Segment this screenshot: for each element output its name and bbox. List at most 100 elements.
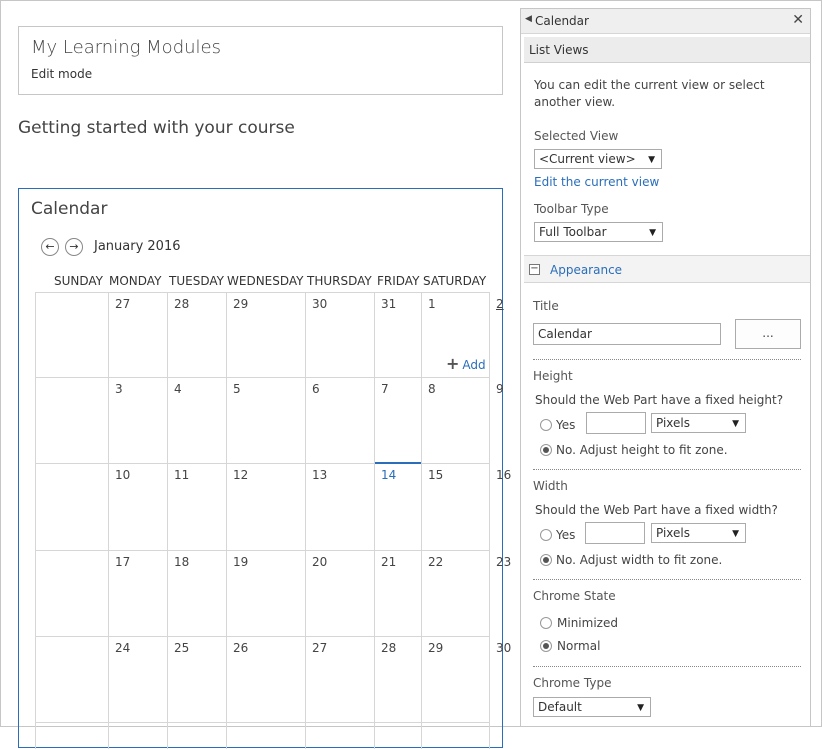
- calendar-day[interactable]: 30: [496, 641, 511, 655]
- collapse-section-icon[interactable]: −: [529, 264, 540, 275]
- divider: [533, 469, 801, 470]
- dropdown-caret-icon: ▼: [732, 529, 739, 539]
- calendar-day[interactable]: 16: [496, 468, 511, 482]
- appearance-label[interactable]: Appearance: [550, 263, 622, 277]
- calendar-day[interactable]: 31: [381, 297, 396, 311]
- calendar-day[interactable]: 25: [174, 641, 189, 655]
- calendar-day[interactable]: 26: [233, 641, 248, 655]
- calendar-day[interactable]: 29: [428, 641, 443, 655]
- grid-line: [35, 292, 36, 749]
- width-yes-label: Yes: [556, 528, 576, 542]
- height-unit-value: Pixels: [656, 416, 691, 430]
- calendar-day[interactable]: 22: [428, 555, 443, 569]
- calendar-day[interactable]: 20: [312, 555, 327, 569]
- width-no-label: No. Adjust width to fit zone.: [556, 553, 723, 567]
- title-builder-button[interactable]: ...: [735, 319, 801, 349]
- width-unit-select[interactable]: Pixels ▼: [651, 523, 746, 543]
- weekday-header: MONDAY: [109, 274, 162, 288]
- calendar-day[interactable]: 29: [233, 297, 248, 311]
- chrome-minimized-radio[interactable]: [540, 617, 552, 629]
- selected-view-select[interactable]: <Current view> ▼: [534, 149, 662, 169]
- calendar-day[interactable]: 5: [233, 382, 241, 396]
- weekday-header: THURSDAY: [307, 274, 372, 288]
- height-value-input[interactable]: [586, 412, 646, 434]
- dropdown-caret-icon: ▼: [649, 228, 656, 238]
- calendar-day[interactable]: 18: [174, 555, 189, 569]
- chrome-state-label: Chrome State: [533, 589, 616, 603]
- calendar-day[interactable]: 8: [428, 382, 436, 396]
- dropdown-caret-icon: ▼: [637, 703, 644, 713]
- calendar-day[interactable]: 28: [381, 641, 396, 655]
- calendar-day[interactable]: 4: [174, 382, 182, 396]
- calendar-day[interactable]: 6: [312, 382, 320, 396]
- divider: [533, 666, 801, 667]
- title-input[interactable]: Calendar: [533, 323, 721, 345]
- chrome-type-select[interactable]: Default ▼: [533, 697, 651, 717]
- calendar-day[interactable]: 17: [115, 555, 130, 569]
- width-unit-value: Pixels: [656, 526, 691, 540]
- plus-icon: +: [446, 354, 460, 373]
- calendar-title: Calendar: [31, 199, 108, 219]
- chrome-minimized-label: Minimized: [557, 616, 618, 630]
- height-no-radio[interactable]: [540, 444, 552, 456]
- calendar-day[interactable]: 7: [381, 382, 389, 396]
- list-views-description: You can edit the current view or select …: [534, 78, 765, 109]
- selected-view-label: Selected View: [534, 129, 619, 143]
- calendar-webpart: Calendar ← → January 2016 SUNDAY MONDAY TU…: [18, 188, 511, 749]
- height-yes-label: Yes: [556, 418, 576, 432]
- close-icon[interactable]: ✕: [792, 12, 804, 28]
- calendar-day-today[interactable]: 14: [381, 468, 396, 482]
- calendar-day[interactable]: 27: [115, 297, 130, 311]
- width-no-radio[interactable]: [540, 554, 552, 566]
- edit-current-view-link[interactable]: Edit the current view: [534, 175, 659, 189]
- calendar-day[interactable]: 1: [428, 297, 436, 311]
- calendar-day[interactable]: 9: [496, 382, 504, 396]
- month-label: January 2016: [94, 239, 181, 254]
- grid-line: [305, 292, 306, 749]
- list-views-section: List Views: [524, 37, 810, 63]
- calendar-day[interactable]: 19: [233, 555, 248, 569]
- calendar-day[interactable]: 3: [115, 382, 123, 396]
- chrome-normal-label: Normal: [557, 639, 601, 653]
- tool-pane-title: Calendar: [535, 14, 589, 28]
- list-views-label: List Views: [529, 43, 589, 57]
- height-no-label: No. Adjust height to fit zone.: [556, 443, 728, 457]
- tool-pane-header: ◀ Calendar ✕: [521, 9, 810, 34]
- calendar-day[interactable]: 10: [115, 468, 130, 482]
- width-value-input[interactable]: [585, 522, 645, 544]
- appearance-section[interactable]: − Appearance: [524, 255, 810, 283]
- width-yes-radio[interactable]: [540, 529, 552, 541]
- height-yes-radio[interactable]: [540, 419, 552, 431]
- height-question: Should the Web Part have a fixed height?: [535, 393, 784, 407]
- calendar-day[interactable]: 30: [312, 297, 327, 311]
- calendar-day[interactable]: 28: [174, 297, 189, 311]
- calendar-day[interactable]: 2: [496, 297, 504, 311]
- calendar-day[interactable]: 11: [174, 468, 189, 482]
- add-event-button[interactable]: + Add: [446, 354, 486, 373]
- collapse-icon[interactable]: ◀: [525, 14, 532, 24]
- divider: [533, 579, 801, 580]
- weekday-header: FRIDAY: [377, 274, 420, 288]
- chrome-normal-radio[interactable]: [540, 640, 552, 652]
- grid-line: [108, 292, 109, 749]
- title-label: Title: [533, 299, 559, 313]
- calendar-day[interactable]: 13: [312, 468, 327, 482]
- height-unit-select[interactable]: Pixels ▼: [651, 413, 746, 433]
- calendar-day[interactable]: 23: [496, 555, 511, 569]
- today-indicator: [375, 462, 421, 464]
- divider: [533, 359, 801, 360]
- calendar-day[interactable]: 12: [233, 468, 248, 482]
- selected-view-value: <Current view>: [539, 152, 636, 166]
- next-month-icon[interactable]: →: [65, 238, 83, 256]
- calendar-day[interactable]: 21: [381, 555, 396, 569]
- width-label: Width: [533, 479, 568, 493]
- toolbar-type-select[interactable]: Full Toolbar ▼: [534, 222, 663, 242]
- weekday-header: SATURDAY: [423, 274, 487, 288]
- calendar-day[interactable]: 24: [115, 641, 130, 655]
- prev-month-icon[interactable]: ←: [41, 238, 59, 256]
- toolbar-type-value: Full Toolbar: [539, 225, 607, 239]
- grid-line: [421, 292, 422, 749]
- calendar-day[interactable]: 27: [312, 641, 327, 655]
- calendar-day[interactable]: 15: [428, 468, 443, 482]
- chrome-type-label: Chrome Type: [533, 676, 612, 690]
